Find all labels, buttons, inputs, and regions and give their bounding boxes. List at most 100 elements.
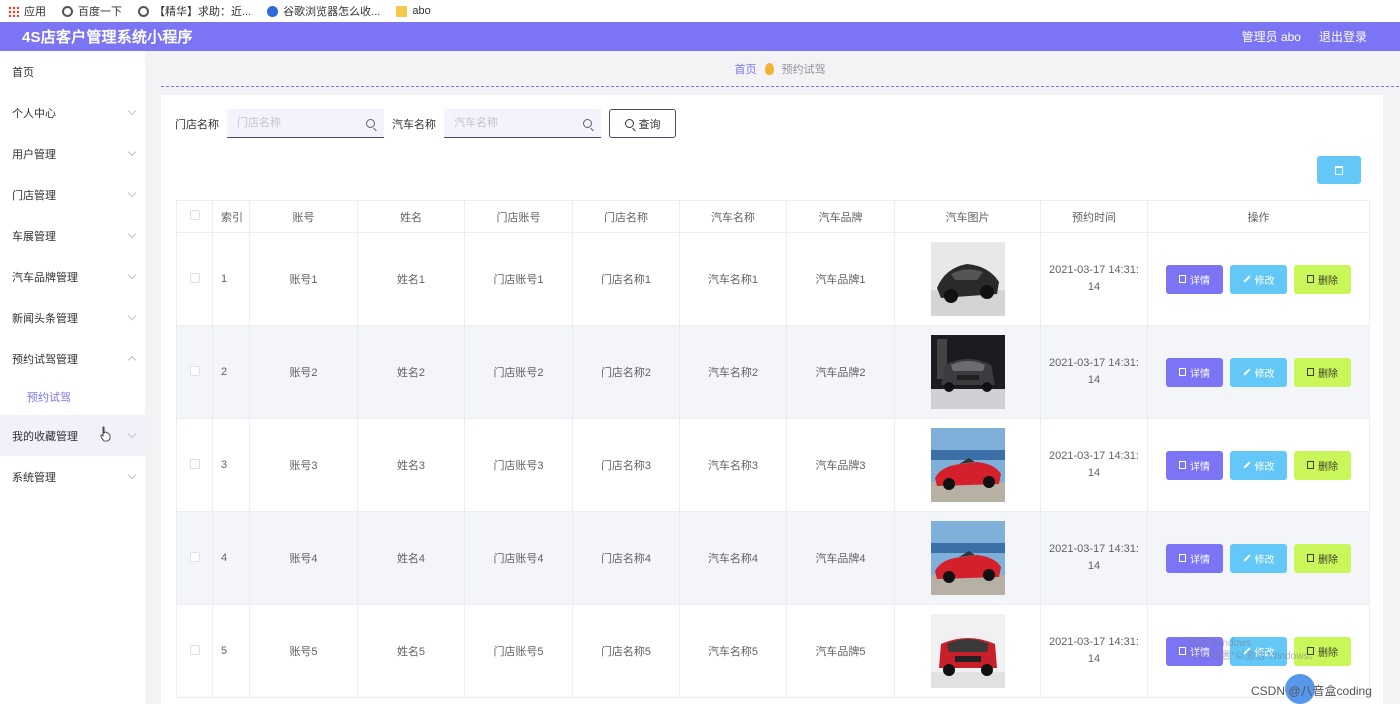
bookmark-item[interactable]: abo xyxy=(396,5,431,17)
csdn-watermark: CSDN @八音盒coding xyxy=(1251,684,1372,698)
cell-reservation-time: 2021-03-17 14:31: 14 xyxy=(1040,604,1148,698)
query-button[interactable]: 查询 xyxy=(609,109,676,138)
reservation-time-line-1: 2021-03-17 14:31: xyxy=(1049,543,1139,555)
row-select-cell xyxy=(176,325,213,419)
bookmark-item[interactable]: 百度一下 xyxy=(62,3,122,19)
select-all-checkbox[interactable] xyxy=(189,210,200,220)
column-header: 汽车品牌 xyxy=(786,200,895,233)
row-select-cell xyxy=(176,604,213,698)
detail-button[interactable]: 详情 xyxy=(1166,264,1223,294)
delete-button[interactable]: 删除 xyxy=(1294,264,1351,294)
sidebar-item[interactable]: 门店管理 xyxy=(0,174,145,215)
bookmark-label: 应用 xyxy=(24,6,46,18)
car-name-input[interactable] xyxy=(444,109,601,137)
sidebar-item-label: 新闻头条管理 xyxy=(12,312,78,325)
trash-icon xyxy=(1335,165,1343,175)
chevron-down-icon xyxy=(127,229,137,239)
sidebar-item[interactable]: 用户管理 xyxy=(0,133,145,174)
edit-button-label: 修改 xyxy=(1254,275,1275,287)
cell-brand: 汽车品牌1 xyxy=(786,232,895,326)
delete-button[interactable]: 删除 xyxy=(1294,543,1351,573)
reservation-time-line-1: 2021-03-17 14:31: xyxy=(1049,636,1139,648)
chevron-down-icon xyxy=(127,429,137,439)
cell-store-name: 门店名称3 xyxy=(572,418,680,512)
row-checkbox[interactable] xyxy=(189,365,200,376)
store-name-field xyxy=(227,109,384,138)
table-row: 3 账号3 姓名3 门店账号3 门店名称3 汽车名称3 汽车品牌3 2021-03-17 14… xyxy=(176,418,1370,512)
search-icon xyxy=(583,119,592,128)
logout-button[interactable]: 退出登录 xyxy=(1319,28,1367,45)
cell-actions: 详情 修改 删除 xyxy=(1147,418,1370,512)
cell-name: 姓名4 xyxy=(357,511,465,605)
bookmark-item[interactable]: 谷歌浏览器怎么收... xyxy=(267,3,380,19)
sidebar-item-label: 汽车品牌管理 xyxy=(12,271,78,284)
cell-account: 账号4 xyxy=(249,511,358,605)
delete-button-label: 删除 xyxy=(1318,368,1338,380)
row-checkbox[interactable] xyxy=(189,458,200,469)
pencil-icon xyxy=(1242,554,1251,562)
sidebar-item[interactable]: 预约试驾管理 xyxy=(0,338,145,379)
row-checkbox[interactable] xyxy=(189,551,200,562)
cell-account: 账号1 xyxy=(249,232,358,326)
sidebar-item[interactable]: 车展管理 xyxy=(0,215,145,256)
sidebar-item[interactable]: 首页 xyxy=(0,51,145,92)
detail-button[interactable]: 详情 xyxy=(1166,357,1223,387)
bookmark-item[interactable]: 应用 xyxy=(8,3,46,19)
delete-button[interactable]: 删除 xyxy=(1294,357,1351,387)
app-title: 4S店客户管理系统小程序 xyxy=(22,29,193,46)
cell-car-image xyxy=(894,604,1041,698)
breadcrumb: 首页 预约试驾 xyxy=(161,51,1399,87)
sidebar-item-label: 车展管理 xyxy=(12,230,56,243)
cell-name: 姓名1 xyxy=(357,232,465,326)
edit-button[interactable]: 修改 xyxy=(1230,357,1287,387)
cell-reservation-time: 2021-03-17 14:31: 14 xyxy=(1040,418,1148,512)
cell-reservation-time: 2021-03-17 14:31: 14 xyxy=(1040,325,1148,419)
breadcrumb-home[interactable]: 首页 xyxy=(735,61,757,77)
bookmark-item[interactable]: 【精华】求助：近... xyxy=(138,3,251,19)
sidebar-menu: 首页 个人中心 用户管理门店管理车展管理汽车品牌管理 新闻头条管理预约试驾管理 预约试驾… xyxy=(0,51,145,704)
cell-store-name: 门店名称5 xyxy=(572,604,680,698)
cell-name: 姓名2 xyxy=(357,325,465,419)
sidebar-item-label: 门店管理 xyxy=(12,189,56,202)
cell-actions: 详情 修改 删除 xyxy=(1147,325,1370,419)
cell-store-name: 门店名称2 xyxy=(572,325,680,419)
globe-icon xyxy=(62,5,73,17)
pencil-icon xyxy=(1242,461,1251,469)
detail-button[interactable]: 详情 xyxy=(1166,543,1223,573)
row-checkbox[interactable] xyxy=(189,644,200,655)
cell-brand: 汽车品牌2 xyxy=(786,325,895,419)
trash-icon xyxy=(1307,554,1314,562)
column-header: 预约时间 xyxy=(1040,200,1148,233)
chevron-down-icon xyxy=(127,188,137,198)
sidebar-item[interactable]: 系统管理 xyxy=(0,456,145,497)
bookmarks-bar: 应用 百度一下 【精华】求助：近... 谷歌浏览器怎么收... abo xyxy=(0,0,1400,22)
sidebar-item[interactable]: 我的收藏管理 xyxy=(0,415,145,456)
row-select-cell xyxy=(176,511,213,605)
batch-delete-button[interactable] xyxy=(1317,156,1361,184)
row-checkbox[interactable] xyxy=(189,272,200,283)
edit-button[interactable]: 修改 xyxy=(1230,450,1287,480)
reservation-time-line-2: 14 xyxy=(1087,281,1101,293)
cell-brand: 汽车品牌4 xyxy=(786,511,895,605)
sidebar-item[interactable]: 汽车品牌管理 xyxy=(0,256,145,297)
sidebar-item[interactable]: 新闻头条管理 xyxy=(0,297,145,338)
store-name-input[interactable] xyxy=(227,109,384,137)
document-icon xyxy=(1179,461,1186,469)
chevron-down-icon xyxy=(127,106,137,116)
edit-button-label: 修改 xyxy=(1254,368,1275,380)
delete-button[interactable]: 删除 xyxy=(1294,450,1351,480)
chevron-down-icon xyxy=(127,470,137,480)
trash-icon xyxy=(1307,368,1314,376)
document-icon xyxy=(1179,275,1186,283)
edit-button[interactable]: 修改 xyxy=(1230,543,1287,573)
folder-icon xyxy=(396,5,408,17)
reservation-time-line-2: 14 xyxy=(1087,467,1101,479)
cell-car-name: 汽车名称1 xyxy=(679,232,787,326)
document-icon xyxy=(1179,647,1186,655)
edit-button[interactable]: 修改 xyxy=(1230,264,1287,294)
cell-actions: 详情 修改 删除 xyxy=(1147,511,1370,605)
sidebar-item[interactable]: 个人中心 xyxy=(0,92,145,133)
admin-user-label[interactable]: 管理员 abo xyxy=(1242,28,1301,45)
sidebar-subitem-test-drive[interactable]: 预约试驾 xyxy=(0,379,145,415)
detail-button[interactable]: 详情 xyxy=(1166,450,1223,480)
